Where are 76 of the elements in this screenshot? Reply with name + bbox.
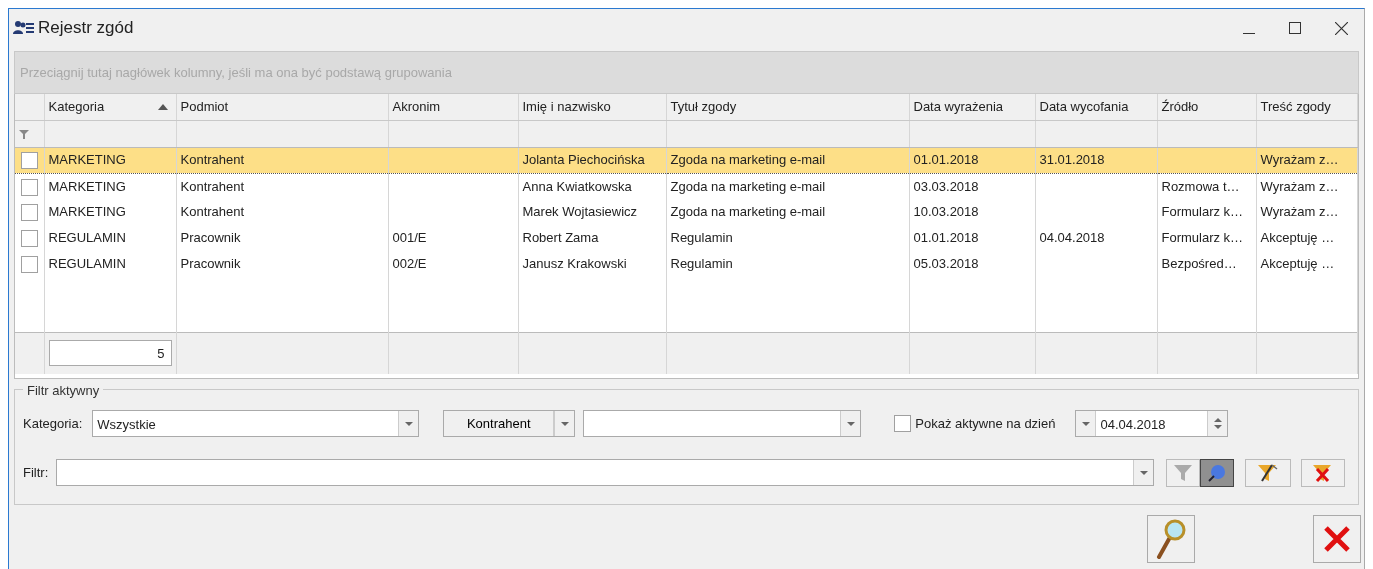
filter-wand-button[interactable]: [1245, 458, 1292, 487]
table-cell: Anna Kwiatkowska: [522, 178, 632, 194]
table-cell: MARKETING: [48, 152, 126, 168]
table-cell: Pracownik: [180, 230, 241, 246]
caret-icon: [404, 421, 413, 426]
table-cell: MARKETING: [48, 204, 126, 220]
table-cell: Kontrahent: [180, 152, 245, 168]
table-cell: Formularz k…: [1161, 204, 1244, 220]
table-cell: Marek Wojtasiewicz: [522, 204, 638, 220]
table-cell: Regulamin: [670, 256, 733, 272]
magnifier-icon: [1156, 519, 1186, 559]
filter-field[interactable]: [56, 459, 1155, 486]
funnel-icon: [1173, 462, 1194, 483]
row-checkbox[interactable]: [21, 178, 38, 196]
window-title: Rejestr zgód: [38, 17, 134, 40]
table-cell: Rozmowa t…: [1161, 178, 1240, 194]
table-cell: 03.03.2018: [913, 178, 979, 194]
column-header[interactable]: Podmiot: [180, 97, 229, 117]
row-checkbox[interactable]: [21, 230, 38, 248]
table-cell: Zgoda na marketing e-mail: [670, 152, 826, 168]
pin-icon: [1207, 462, 1228, 483]
table-cell: Wyrażam z…: [1260, 204, 1339, 220]
subject-dropdown[interactable]: [583, 410, 862, 437]
checkbox[interactable]: [894, 415, 912, 432]
table-cell: Zgoda na marketing e-mail: [670, 178, 826, 194]
table-cell: Jolanta Piechocińska: [522, 152, 645, 168]
field-label: Kategoria:: [23, 414, 83, 433]
table-cell: Zgoda na marketing e-mail: [670, 204, 826, 220]
people-list-icon: [13, 20, 35, 36]
toggle-button[interactable]: [1166, 458, 1201, 487]
filter-icon[interactable]: [19, 129, 29, 139]
table-cell: Kontrahent: [180, 204, 245, 220]
table-cell: 01.01.2018: [913, 230, 979, 246]
close-button[interactable]: [1313, 515, 1361, 563]
table-cell: REGULAMIN: [48, 230, 126, 246]
table-cell: Wyrażam z…: [1260, 178, 1339, 194]
table-cell: Formularz k…: [1161, 230, 1244, 246]
row-count: 5: [48, 340, 172, 367]
caret-icon: [846, 421, 855, 426]
minimize-icon: [1243, 32, 1255, 34]
clear-filter-button[interactable]: [1301, 458, 1346, 487]
close-icon: [1323, 525, 1351, 553]
row-checkbox[interactable]: [21, 204, 38, 222]
table-cell: Regulamin: [670, 230, 733, 246]
row-checkbox[interactable]: [21, 152, 38, 170]
toggle-button[interactable]: [1200, 458, 1235, 487]
table-cell: 001/E: [392, 230, 427, 246]
table-cell: Wyrażam z…: [1260, 152, 1339, 168]
table-cell: Kontrahent: [180, 178, 245, 194]
maximize-icon: [1289, 22, 1301, 34]
table-cell: 10.03.2018: [913, 204, 979, 220]
table-cell: Pracownik: [180, 256, 241, 272]
caret-icon: [1081, 421, 1090, 426]
date-spinner[interactable]: 04.04.2018: [1075, 410, 1229, 437]
caret-icon: [560, 421, 569, 426]
funnel-wand-icon: [1257, 462, 1280, 483]
checkbox-label: Pokaż aktywne na dzień: [915, 414, 1056, 433]
table-cell: 01.01.2018: [913, 152, 979, 168]
table-cell: 05.03.2018: [913, 256, 979, 272]
table-cell: Akceptuję …: [1260, 256, 1335, 272]
table-cell: Akceptuję …: [1260, 230, 1335, 246]
table-cell: MARKETING: [48, 178, 126, 194]
table-cell: 002/E: [392, 256, 427, 272]
row-checkbox[interactable]: [21, 256, 38, 274]
field-label: Filtr:: [23, 463, 49, 482]
table-cell: 04.04.2018: [1039, 230, 1105, 246]
table-cell: Bezpośred…: [1161, 256, 1237, 272]
subject-dropdown-button[interactable]: Kontrahent: [443, 410, 576, 437]
table-cell: REGULAMIN: [48, 256, 126, 272]
search-button[interactable]: [1147, 515, 1195, 563]
table-cell: Janusz Krakowski: [522, 256, 627, 272]
table-cell: 31.01.2018: [1039, 152, 1105, 168]
caret-icon: [1139, 470, 1148, 475]
table-cell: Robert Zama: [522, 230, 599, 246]
category-dropdown[interactable]: Wszystkie: [92, 410, 420, 437]
close-icon: [1334, 21, 1348, 35]
